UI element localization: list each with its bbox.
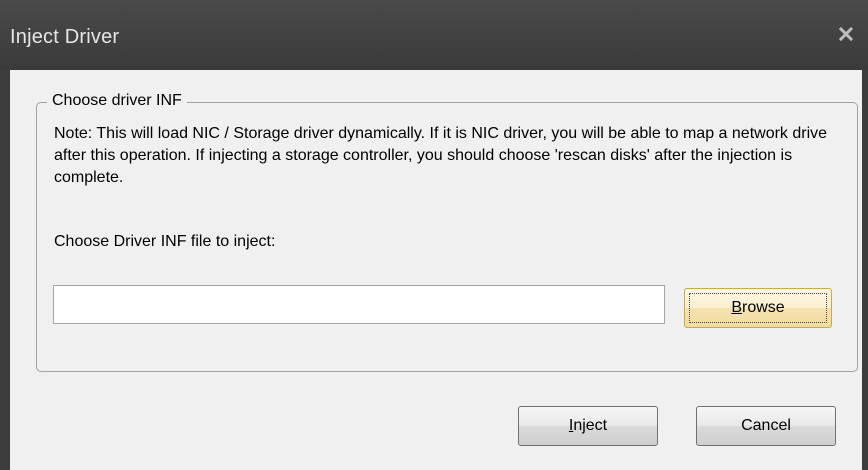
cancel-button[interactable]: Cancel xyxy=(696,406,836,446)
inject-label-rest: nject xyxy=(573,417,608,434)
inject-button[interactable]: Inject xyxy=(518,406,658,446)
dialog-body: Choose driver INF Note: This will load N… xyxy=(10,70,862,470)
title-bar[interactable]: Inject Driver xyxy=(0,0,868,70)
browse-label-rest: rowse xyxy=(741,299,785,316)
inject-label: Inject xyxy=(569,417,607,435)
browse-accelerator: B xyxy=(731,299,742,316)
close-icon xyxy=(838,26,854,47)
choose-driver-groupbox: Choose driver INF Note: This will load N… xyxy=(36,92,858,372)
cancel-label: Cancel xyxy=(741,417,791,434)
window-title: Inject Driver xyxy=(10,26,120,48)
driver-path-input[interactable] xyxy=(53,285,665,324)
note-text: Note: This will load NIC / Storage drive… xyxy=(54,125,828,186)
browse-button[interactable]: Browse xyxy=(684,288,832,328)
groupbox-legend: Choose driver INF xyxy=(47,92,187,110)
inject-driver-window: Inject Driver Choose driver INF Note: Th… xyxy=(0,0,868,470)
close-button[interactable] xyxy=(832,22,860,50)
driver-file-label: Choose Driver INF file to inject: xyxy=(54,233,276,250)
browse-label: Browse xyxy=(731,299,784,317)
